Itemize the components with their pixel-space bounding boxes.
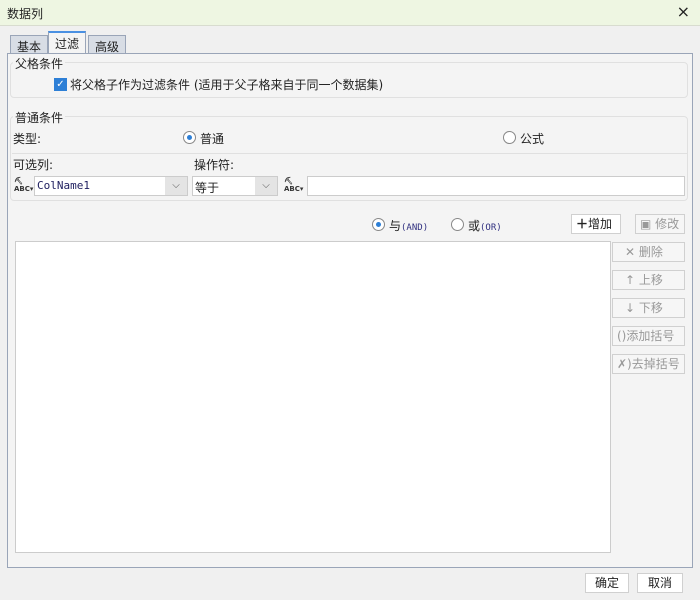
operator-select[interactable]: 等于 ⌵ xyxy=(192,176,278,196)
value-type-icon[interactable]: ⛏ ABC▾ xyxy=(284,177,303,193)
move-down-button[interactable]: ↓ 下移 xyxy=(612,298,685,318)
normal-condition-legend: 普通条件 xyxy=(13,109,66,126)
column-select[interactable]: ColName1 ⌵ xyxy=(34,176,188,196)
type-normal-label: 普通 xyxy=(200,132,225,146)
and-label: 与(AND) xyxy=(389,219,429,233)
delete-icon: ✕ xyxy=(625,245,636,259)
chevron-down-icon[interactable]: ⌵ xyxy=(165,177,187,195)
delete-button[interactable]: ✕ 删除 xyxy=(612,242,685,262)
remove-bracket-button[interactable]: ✗)去掉括号 xyxy=(612,354,685,374)
parent-filter-checkbox[interactable]: ✓ xyxy=(54,78,67,91)
move-up-button[interactable]: ↑ 上移 xyxy=(612,270,685,290)
or-label: 或(OR) xyxy=(468,219,502,233)
tab-filter[interactable]: 过滤 xyxy=(48,31,87,53)
type-formula-label: 公式 xyxy=(520,132,545,146)
parent-filter-label: 将父格子作为过滤条件 (适用于父子格来自于同一个数据集) xyxy=(70,78,384,92)
tab-basic[interactable]: 基本 xyxy=(10,35,49,55)
or-radio[interactable] xyxy=(451,218,464,231)
operator-label: 操作符: xyxy=(194,158,235,172)
type-normal-radio[interactable] xyxy=(183,131,196,144)
type-label: 类型: xyxy=(13,132,42,146)
arrow-up-icon: ↑ xyxy=(625,273,636,287)
title-bar xyxy=(0,0,700,26)
modify-button[interactable]: ▣ 修改 xyxy=(635,214,685,234)
column-value: ColName1 xyxy=(37,179,90,192)
parent-condition-legend: 父格条件 xyxy=(13,55,66,72)
close-icon[interactable]: × xyxy=(677,2,690,21)
and-radio[interactable] xyxy=(372,218,385,231)
tab-advanced[interactable]: 高级 xyxy=(88,35,127,55)
add-bracket-button[interactable]: ()添加括号 xyxy=(612,326,685,346)
chevron-down-icon[interactable]: ⌵ xyxy=(255,177,277,195)
window-title: 数据列 xyxy=(7,7,44,21)
add-button[interactable]: ＋增加 xyxy=(571,214,621,234)
operator-value: 等于 xyxy=(195,181,220,195)
cancel-button[interactable]: 取消 xyxy=(637,573,683,593)
plus-icon: ＋ xyxy=(576,217,589,231)
column-label: 可选列: xyxy=(13,158,54,172)
edit-icon: ▣ xyxy=(640,217,652,231)
remove-bracket-icon: ✗) xyxy=(617,357,632,371)
bracket-icon: () xyxy=(617,329,627,343)
value-input[interactable] xyxy=(307,176,685,196)
condition-list[interactable] xyxy=(15,241,611,553)
column-type-icon[interactable]: ⛏ ABC▾ xyxy=(14,177,33,193)
arrow-down-icon: ↓ xyxy=(625,301,636,315)
type-formula-radio[interactable] xyxy=(503,131,516,144)
ok-button[interactable]: 确定 xyxy=(585,573,629,593)
divider xyxy=(12,153,688,154)
